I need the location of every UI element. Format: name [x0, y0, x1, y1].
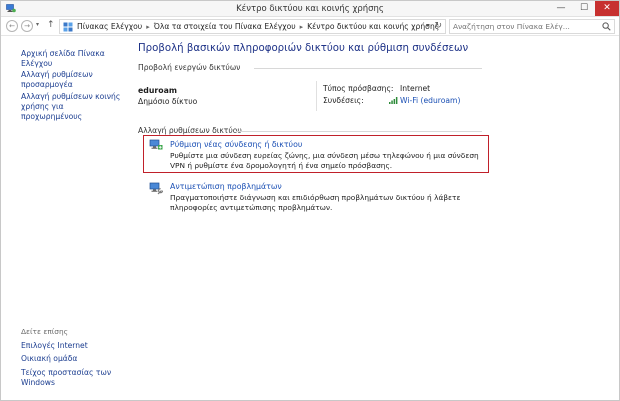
search-icon[interactable] [602, 22, 611, 31]
change-settings-label: Αλλαγή ρυθμίσεων δικτύου [138, 126, 242, 135]
window: Κέντρο δικτύου και κοινής χρήσης — ☐ ✕ ←… [0, 0, 620, 401]
breadcrumb-item[interactable]: Όλα τα στοιχεία του Πίνακα Ελέγχου [154, 22, 296, 31]
control-panel-icon [63, 22, 73, 32]
sidebar-item-homegroup[interactable]: Οικιακή ομάδα [21, 354, 121, 364]
troubleshoot-description: Πραγματοποιήστε διάγνωση και επιδιόρθωση… [170, 193, 461, 212]
connections-label: Συνδέσεις: [323, 96, 364, 105]
window-title: Κέντρο δικτύου και κοινής χρήσης [236, 4, 384, 14]
network-divider [316, 81, 317, 111]
breadcrumb-separator-icon[interactable]: ▸ [146, 23, 150, 31]
main-content: Προβολή βασικών πληροφοριών δικτύου και … [123, 37, 619, 401]
wifi-signal-icon [389, 97, 398, 104]
breadcrumb: ▸ Πίνακας Ελέγχου ▸ Όλα τα στοιχεία του Πίν… [77, 22, 439, 31]
title-bar: Κέντρο δικτύου και κοινής χρήσης — ☐ ✕ [1, 1, 619, 17]
breadcrumb-item[interactable]: Πίνακας Ελέγχου [77, 22, 142, 31]
access-type-value: Internet [400, 84, 431, 93]
sidebar: Αρχική σελίδα Πίνακα Ελέγχου Αλλαγή ρυθμ… [1, 37, 123, 401]
active-networks-label: Προβολή ενεργών δικτύων [138, 63, 241, 72]
address-field[interactable]: ▸ Πίνακας Ελέγχου ▸ Όλα τα στοιχεία του Πίν… [59, 19, 446, 34]
new-connection-link[interactable]: Ρύθμιση νέας σύνδεσης ή δικτύου [170, 140, 302, 149]
section-divider [236, 131, 482, 132]
close-button[interactable]: ✕ [595, 1, 619, 16]
new-connection-description: Ρυθμίστε μια σύνδεση ευρείας ζώνης, μια … [170, 151, 479, 170]
search-box[interactable] [449, 19, 615, 34]
sidebar-item-advanced-sharing[interactable]: Αλλαγή ρυθμίσεων κοινής χρήσης για προχω… [21, 92, 121, 122]
sidebar-item-control-panel-home[interactable]: Αρχική σελίδα Πίνακα Ελέγχου [21, 49, 121, 69]
refresh-icon[interactable]: ↻ [434, 21, 442, 31]
breadcrumb-separator-icon[interactable]: ▸ [300, 23, 304, 31]
access-type-label: Τύπος πρόσβασης: [323, 84, 394, 93]
back-button[interactable]: ← [6, 20, 18, 32]
search-input[interactable] [450, 20, 598, 33]
breadcrumb-item[interactable]: Κέντρο δικτύου και κοινής χρήσης [307, 22, 439, 31]
address-bar: ← → ▾ ↑ ▸ Πίνακας Ελέγχου ▸ Όλα τα στοιχεία… [1, 17, 619, 36]
sidebar-item-adapter-settings[interactable]: Αλλαγή ρυθμίσεων προσαρμογέα [21, 70, 121, 90]
troubleshoot-icon [149, 182, 163, 195]
network-name: eduroam [138, 86, 178, 95]
recent-locations-chevron-down-icon[interactable]: ▾ [36, 21, 39, 28]
sidebar-item-internet-options[interactable]: Επιλογές Internet [21, 341, 121, 351]
see-also-heading: Δείτε επίσης [21, 327, 68, 336]
new-connection-icon [149, 139, 163, 150]
wifi-connection-link[interactable]: Wi-Fi (eduroam) [400, 96, 460, 105]
forward-button[interactable]: → [21, 20, 33, 32]
address-history-chevron-down-icon[interactable]: ▾ [426, 22, 429, 29]
maximize-button[interactable]: ☐ [572, 1, 596, 16]
sidebar-item-windows-firewall[interactable]: Τείχος προστασίας των Windows [21, 368, 121, 388]
section-divider [254, 68, 482, 69]
network-category[interactable]: Δημόσιο δίκτυο [138, 97, 197, 106]
up-button[interactable]: ↑ [47, 20, 55, 30]
troubleshoot-link[interactable]: Αντιμετώπιση προβλημάτων [170, 182, 282, 191]
page-title: Προβολή βασικών πληροφοριών δικτύου και … [138, 43, 469, 54]
minimize-button[interactable]: — [549, 1, 573, 16]
